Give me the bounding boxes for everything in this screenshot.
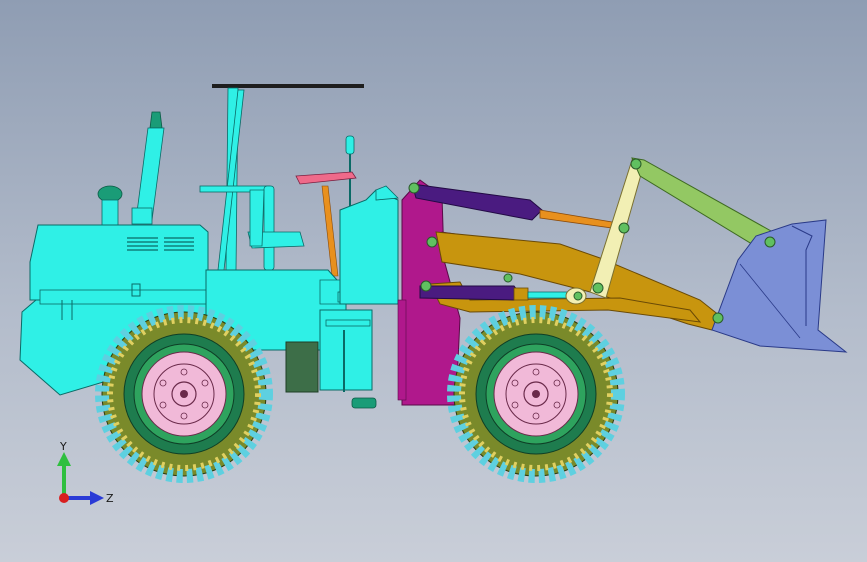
z-axis-arrowhead xyxy=(90,491,104,505)
steering-wheel xyxy=(295,171,357,185)
mirror xyxy=(345,135,355,155)
seat-back xyxy=(249,189,265,247)
z-axis-label: Z xyxy=(106,492,114,505)
front-console xyxy=(339,189,399,305)
steering-column xyxy=(321,185,339,277)
tilt-cylinder xyxy=(419,285,577,301)
step xyxy=(351,397,377,409)
axis-triad-icon: Y Z xyxy=(57,440,114,505)
y-axis-arrowhead xyxy=(57,452,71,466)
bucket xyxy=(711,219,848,353)
front-wheel xyxy=(447,305,625,483)
lift-cylinder-rod xyxy=(539,209,613,229)
y-axis-label: Y xyxy=(59,440,67,453)
x-axis-dot xyxy=(59,493,69,503)
canopy-roof xyxy=(212,84,364,88)
air-intake xyxy=(97,185,123,227)
exhaust-stack xyxy=(131,111,165,225)
wheel-loader-model xyxy=(19,84,848,483)
rear-wheel xyxy=(95,305,273,483)
tool-box xyxy=(285,341,319,393)
cad-viewport[interactable]: Y Z xyxy=(0,0,867,562)
